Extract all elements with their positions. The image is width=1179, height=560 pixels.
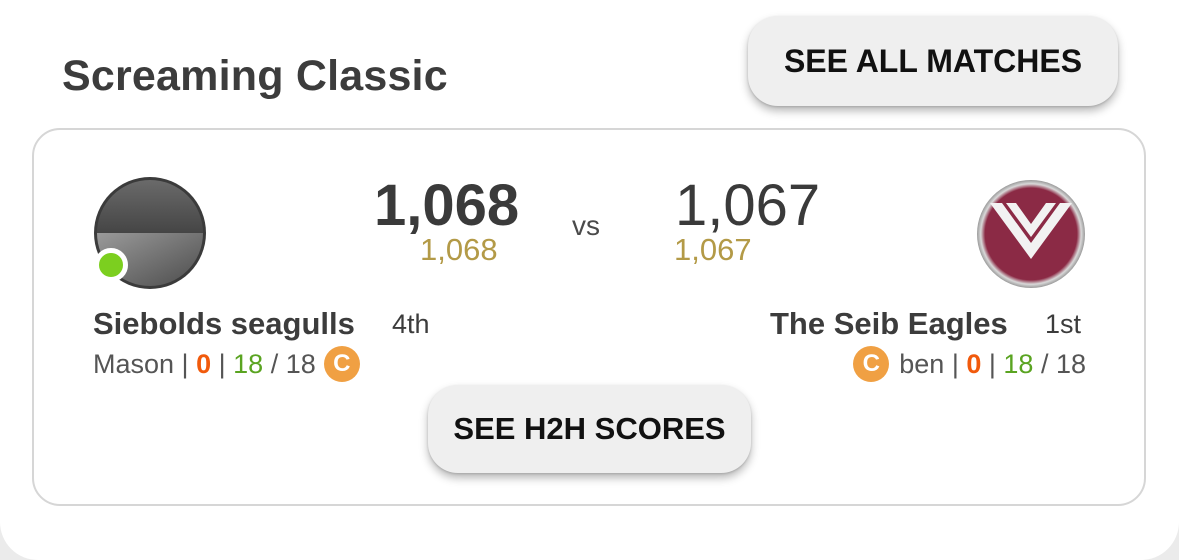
away-projected-score: 1,067 (674, 232, 752, 267)
separator: | (211, 348, 234, 379)
away-green-count: 18 (1003, 348, 1034, 379)
separator: | (944, 348, 967, 379)
online-status-icon (94, 248, 128, 282)
home-team-rank: 4th (392, 309, 430, 339)
away-team-details: Cben | 0 | 18 / 18 (853, 346, 1086, 382)
home-green-count: 18 (233, 348, 264, 379)
home-score: 1,068 (374, 173, 520, 238)
home-total-count: / 18 (263, 348, 316, 379)
home-team-details: Mason | 0 | 18 / 18 C (93, 346, 360, 382)
see-all-matches-button[interactable]: SEE ALL MATCHES (748, 16, 1118, 106)
home-coach-name: Mason (93, 348, 175, 379)
separator: | (174, 348, 197, 379)
league-match-panel: Screaming Classic SEE ALL MATCHES 1,068 … (0, 0, 1179, 560)
vs-label: vs (572, 210, 600, 241)
home-projected-score: 1,068 (420, 232, 498, 267)
away-team-rank: 1st (1045, 309, 1082, 339)
away-team-avatar[interactable] (976, 179, 1086, 289)
see-h2h-scores-button[interactable]: SEE H2H SCORES (428, 385, 751, 473)
league-title: Screaming Classic (62, 52, 448, 100)
away-score: 1,067 (675, 173, 821, 238)
away-total-count: / 18 (1033, 348, 1086, 379)
captain-icon: C (323, 346, 360, 382)
captain-icon: C (853, 346, 890, 382)
away-team-name[interactable]: The Seib Eagles (770, 306, 1008, 342)
away-coach-name: ben (899, 348, 945, 379)
home-team-name[interactable]: Siebolds seagulls (93, 306, 355, 342)
home-red-count: 0 (196, 348, 212, 379)
away-red-count: 0 (966, 348, 982, 379)
separator: | (981, 348, 1004, 379)
